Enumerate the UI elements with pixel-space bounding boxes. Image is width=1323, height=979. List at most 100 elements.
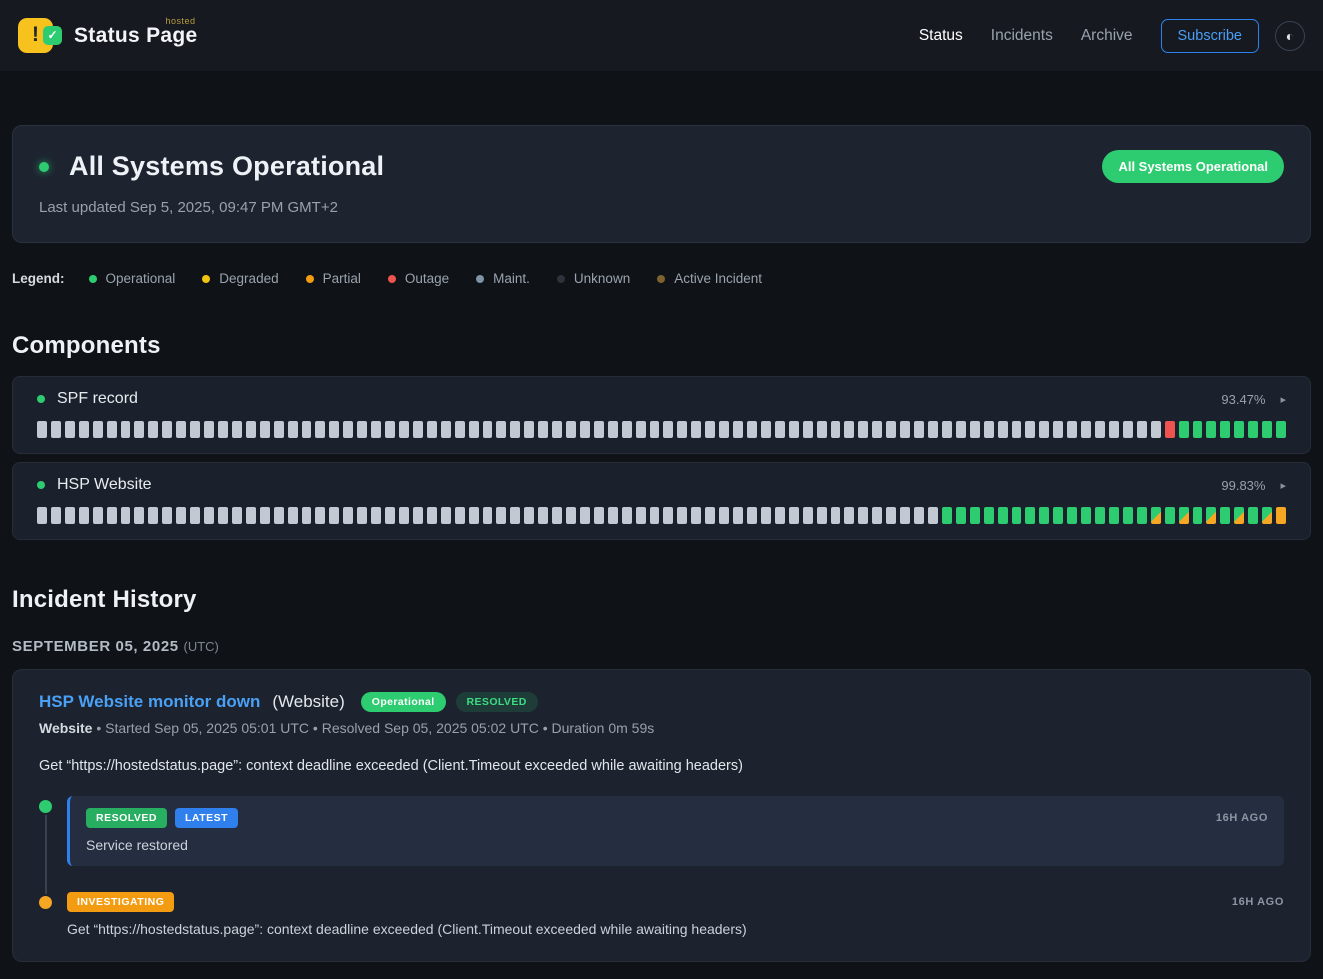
legend-status-dot <box>476 275 484 283</box>
uptime-bar <box>1039 507 1049 524</box>
nav-links: Status Incidents Archive <box>919 27 1133 45</box>
uptime-bar <box>1053 421 1063 438</box>
nav-link-status[interactable]: Status <box>919 27 963 45</box>
expand-chevron-icon[interactable]: ▸ <box>1280 393 1286 406</box>
navbar: ! ✓ hosted Status Page Status Incidents Ar… <box>0 0 1323 71</box>
legend-item-label: Outage <box>405 271 449 286</box>
legend-item-label: Unknown <box>574 271 630 286</box>
legend-item-label: Maint. <box>493 271 530 286</box>
component-header-left: SPF record <box>37 390 138 408</box>
uptime-bar <box>886 421 896 438</box>
update-content: RESOLVEDLATEST16H AGOService restored <box>67 796 1284 866</box>
legend: Legend: OperationalDegradedPartialOutage… <box>12 271 1311 286</box>
uptime-bar <box>608 421 618 438</box>
uptime-bar <box>594 421 604 438</box>
logo[interactable]: ! ✓ hosted Status Page <box>18 16 198 56</box>
component-name: HSP Website <box>57 476 152 494</box>
uptime-bar <box>260 507 270 524</box>
uptime-bar <box>302 507 312 524</box>
uptime-bar <box>705 421 715 438</box>
legend-status-dot <box>388 275 396 283</box>
component-header[interactable]: HSP Website 99.83%▸ <box>37 476 1286 494</box>
uptime-bar <box>1179 507 1189 524</box>
uptime-bar <box>1276 507 1286 524</box>
theme-toggle-button[interactable]: ◐ <box>1275 21 1305 51</box>
incident-title-link[interactable]: HSP Website monitor down <box>39 692 260 712</box>
incident-update: RESOLVEDLATEST16H AGOService restored <box>39 796 1284 866</box>
uptime-bar <box>107 421 117 438</box>
uptime-bar <box>371 421 381 438</box>
uptime-bar <box>1109 507 1119 524</box>
uptime-bar <box>455 507 465 524</box>
uptime-bar <box>329 421 339 438</box>
uptime-bar <box>357 421 367 438</box>
uptime-bar <box>524 507 534 524</box>
overall-status-dot <box>39 162 49 172</box>
uptime-bar <box>315 507 325 524</box>
expand-chevron-icon[interactable]: ▸ <box>1280 479 1286 492</box>
uptime-bar <box>246 421 256 438</box>
update-header: INVESTIGATING16H AGO <box>67 892 1284 912</box>
uptime-bar <box>357 507 367 524</box>
uptime-bar <box>942 421 952 438</box>
uptime-bar <box>1025 421 1035 438</box>
uptime-bar <box>900 421 910 438</box>
uptime-bar <box>747 507 757 524</box>
uptime-bar <box>775 507 785 524</box>
uptime-bar <box>469 421 479 438</box>
incident-status-badge: Operational <box>361 692 446 712</box>
legend-item: Outage <box>388 271 449 286</box>
checkmark-icon: ✓ <box>43 26 62 45</box>
uptime-bar <box>510 421 520 438</box>
uptime-bars <box>37 507 1286 524</box>
incident-description: Get “https://hostedstatus.page”: context… <box>39 758 1284 774</box>
uptime-bar <box>302 421 312 438</box>
uptime-bar <box>1206 421 1216 438</box>
uptime-bar <box>524 421 534 438</box>
overall-status-badge: All Systems Operational <box>1102 150 1284 183</box>
uptime-bar <box>998 507 1008 524</box>
uptime-bar <box>789 507 799 524</box>
component-name: SPF record <box>57 390 138 408</box>
incident-history-heading: Incident History <box>12 586 1311 614</box>
nav-link-incidents[interactable]: Incidents <box>991 27 1053 45</box>
uptime-bar <box>1220 421 1230 438</box>
uptime-bar <box>872 421 882 438</box>
uptime-bar <box>566 421 576 438</box>
uptime-bar <box>315 421 325 438</box>
uptime-bar <box>761 421 771 438</box>
incident-meta-details: • Started Sep 05, 2025 05:01 UTC • Resol… <box>96 720 654 736</box>
uptime-bar <box>93 421 103 438</box>
uptime-bar <box>1123 421 1133 438</box>
timeline-dot <box>39 896 52 909</box>
uptime-bar <box>942 507 952 524</box>
uptime-bar <box>399 507 409 524</box>
uptime-bar <box>719 421 729 438</box>
nav-link-archive[interactable]: Archive <box>1081 27 1133 45</box>
uptime-bar <box>1262 507 1272 524</box>
uptime-bar <box>803 421 813 438</box>
incident-status-badge: RESOLVED <box>456 692 538 712</box>
uptime-bar <box>204 507 214 524</box>
contrast-icon: ◐ <box>1286 28 1294 44</box>
uptime-bar <box>496 507 506 524</box>
uptime-bar <box>1234 421 1244 438</box>
uptime-bar <box>274 507 284 524</box>
uptime-bar <box>1109 421 1119 438</box>
uptime-bar <box>1151 507 1161 524</box>
subscribe-button[interactable]: Subscribe <box>1161 19 1259 53</box>
update-text: Get “https://hostedstatus.page”: context… <box>67 921 1284 937</box>
uptime-bar <box>1137 421 1147 438</box>
uptime-bar <box>900 507 910 524</box>
component-header[interactable]: SPF record93.47%▸ <box>37 390 1286 408</box>
update-text: Service restored <box>86 837 1268 853</box>
legend-item-label: Active Incident <box>674 271 762 286</box>
uptime-bar <box>1012 507 1022 524</box>
uptime-bar <box>343 421 353 438</box>
uptime-bar <box>956 421 966 438</box>
uptime-bar <box>663 421 673 438</box>
component-card: HSP Website 99.83%▸ <box>12 462 1311 540</box>
uptime-bar <box>928 421 938 438</box>
component-header-right: 99.83%▸ <box>1221 478 1286 493</box>
uptime-bar <box>817 507 827 524</box>
